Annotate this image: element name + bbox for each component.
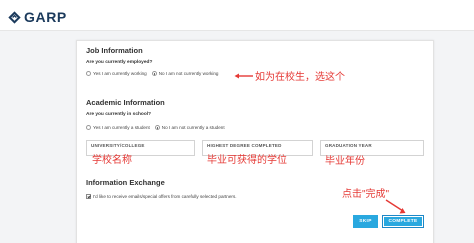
garp-logo[interactable]: GARP bbox=[7, 9, 67, 25]
annotation-degree: 毕业可获得的学位 bbox=[207, 155, 287, 166]
school-option-yes[interactable]: Yes I am currently a student bbox=[86, 125, 150, 130]
page: GARP Job Information Are you currently e… bbox=[0, 0, 474, 243]
school-option-yes-label: Yes I am currently a student bbox=[93, 125, 150, 130]
school-radio-group: Yes I am currently a student No I am not… bbox=[86, 125, 230, 130]
graduation-year-field-label: GRADUATION YEAR bbox=[325, 143, 372, 148]
school-option-no-label: No I am not currently a student bbox=[161, 125, 225, 130]
radio-selected-icon[interactable] bbox=[154, 125, 160, 130]
annotation-click-complete: 点击"完成" bbox=[342, 189, 390, 200]
garp-logo-icon bbox=[8, 10, 21, 24]
academic-information-title: Academic Information bbox=[86, 98, 165, 107]
employed-option-yes[interactable]: Yes I am currently working bbox=[86, 71, 147, 76]
logo-text: GARP bbox=[24, 9, 67, 25]
radio-selected-icon[interactable] bbox=[151, 71, 157, 76]
complete-button[interactable]: COMPLETE bbox=[382, 215, 424, 228]
skip-button[interactable]: SKIP bbox=[353, 215, 378, 228]
employed-question: Are you currently employed? bbox=[86, 60, 153, 65]
radio-icon[interactable] bbox=[86, 125, 91, 130]
partner-offers-option[interactable]: I'd like to receive emails/special offer… bbox=[86, 194, 237, 199]
partner-offers-label: I'd like to receive emails/special offer… bbox=[93, 194, 237, 199]
information-exchange-title: Information Exchange bbox=[86, 178, 165, 187]
checkbox-checked-icon[interactable] bbox=[86, 194, 91, 199]
school-question: Are you currently in school? bbox=[86, 112, 152, 117]
employed-radio-group: Yes I am currently working No I am not c… bbox=[86, 71, 223, 76]
employed-option-yes-label: Yes I am currently working bbox=[93, 71, 147, 76]
annotation-university: 学校名称 bbox=[92, 155, 132, 166]
school-option-no[interactable]: No I am not currently a student bbox=[154, 125, 225, 130]
university-field-label: UNIVERSITY/COLLEGE bbox=[91, 143, 145, 148]
radio-icon[interactable] bbox=[86, 71, 91, 76]
arrow-left-icon bbox=[234, 73, 253, 79]
employed-option-no[interactable]: No I am not currently working bbox=[151, 71, 219, 76]
top-bar: GARP bbox=[0, 0, 474, 31]
job-information-title: Job Information bbox=[86, 46, 143, 55]
employed-option-no-label: No I am not currently working bbox=[158, 71, 219, 76]
annotation-student-choice: 如为在校生，选这个 bbox=[255, 72, 345, 83]
degree-field-label: HIGHEST DEGREE COMPLETED bbox=[207, 143, 282, 148]
annotation-graduation-year: 毕业年份 bbox=[325, 156, 365, 167]
arrow-down-right-icon bbox=[385, 199, 406, 214]
